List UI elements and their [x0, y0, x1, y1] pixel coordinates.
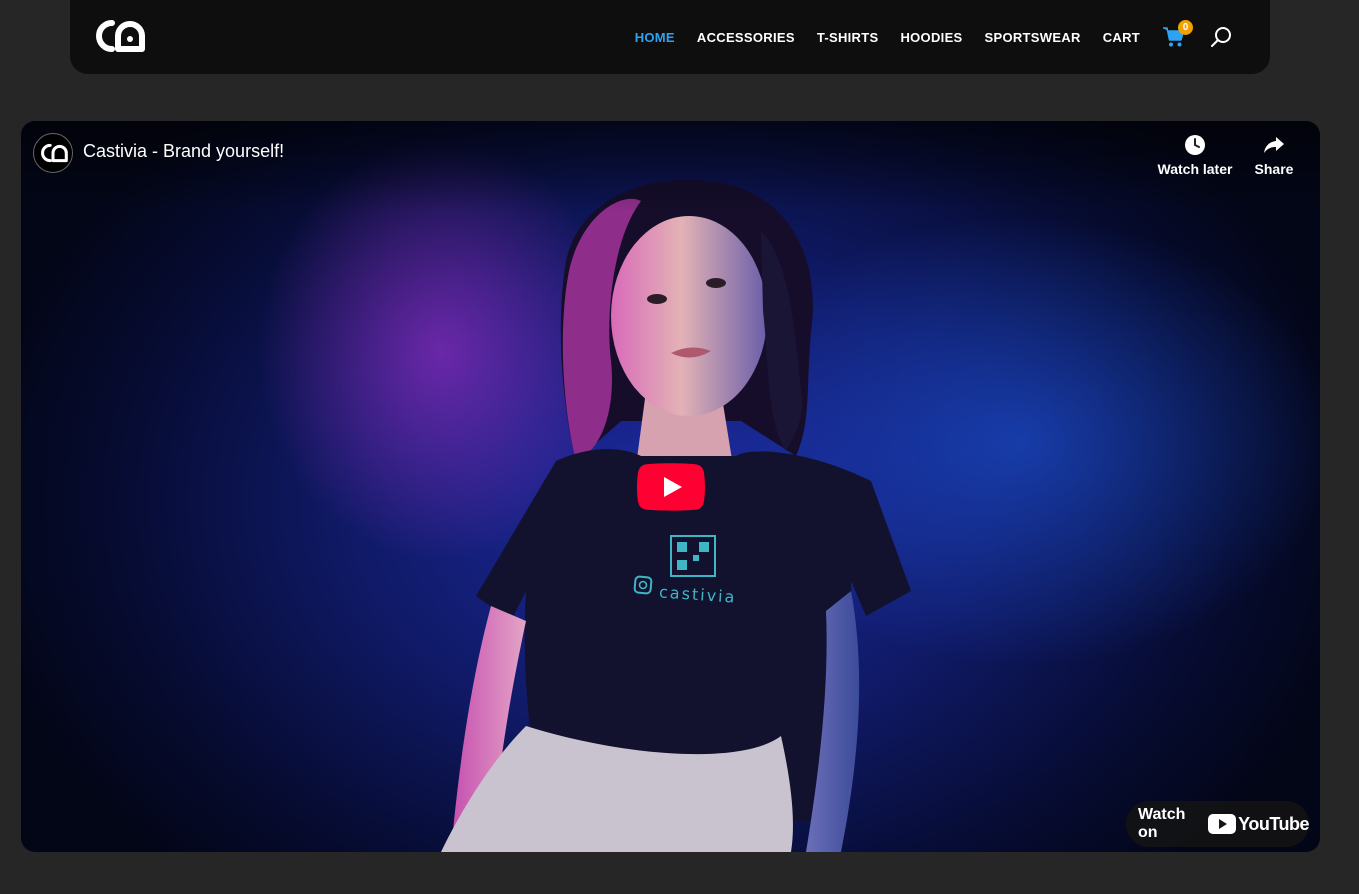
youtube-play-icon: [1208, 814, 1237, 834]
nav-home[interactable]: HOME: [635, 30, 675, 45]
channel-avatar[interactable]: [33, 133, 73, 173]
nav-t-shirts[interactable]: T-SHIRTS: [817, 30, 879, 45]
nav-accessories[interactable]: ACCESSORIES: [697, 30, 795, 45]
share-arrow-icon: [1264, 137, 1284, 153]
nav-sportswear[interactable]: SPORTSWEAR: [985, 30, 1081, 45]
watch-later-button[interactable]: Watch later: [1157, 133, 1233, 177]
watch-on-youtube-button[interactable]: Watch on YouTube: [1126, 801, 1309, 847]
clock-icon: [1185, 135, 1205, 155]
nav-cart[interactable]: CART: [1103, 30, 1140, 45]
main-nav: HOME ACCESSORIES T-SHIRTS HOODIES SPORTS…: [613, 0, 1270, 74]
share-button[interactable]: Share: [1251, 133, 1297, 177]
share-label: Share: [1254, 161, 1294, 177]
nav-hoodies[interactable]: HOODIES: [900, 30, 962, 45]
site-header: HOME ACCESSORIES T-SHIRTS HOODIES SPORTS…: [70, 0, 1270, 74]
youtube-logo: YouTube: [1208, 814, 1309, 835]
cart-count-badge: 0: [1178, 20, 1193, 35]
castivia-logo-icon[interactable]: [90, 17, 154, 55]
cart-button[interactable]: 0: [1162, 20, 1193, 49]
video-top-shade: [21, 121, 1320, 211]
search-icon[interactable]: [1210, 26, 1232, 48]
play-button[interactable]: [637, 463, 705, 511]
watch-on-label: Watch on: [1138, 806, 1186, 841]
video-player[interactable]: castivia Castivia - Brand yourself! Watc…: [21, 121, 1320, 852]
video-title[interactable]: Castivia - Brand yourself!: [83, 141, 284, 162]
youtube-wordmark: YouTube: [1238, 813, 1309, 834]
watch-later-label: Watch later: [1157, 161, 1233, 177]
